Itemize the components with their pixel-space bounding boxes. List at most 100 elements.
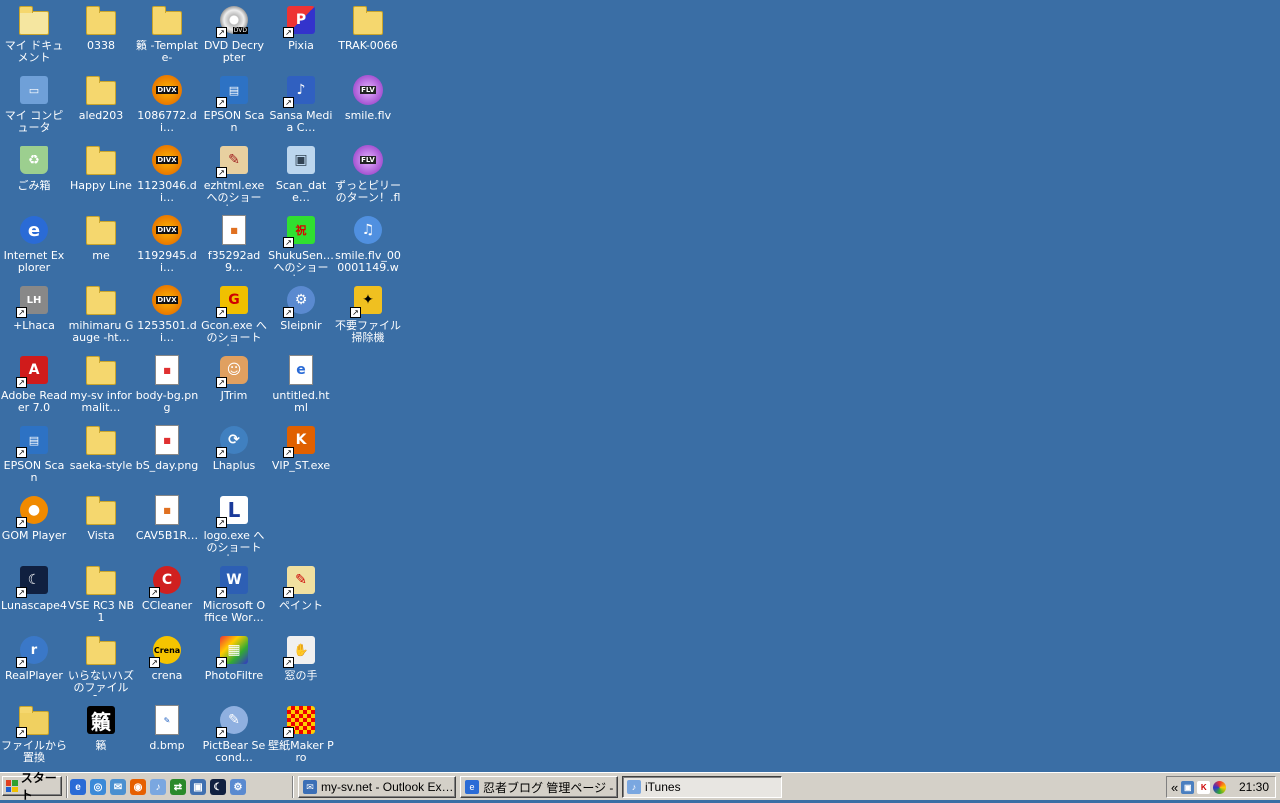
file-replace-icon: ↗ [16, 704, 50, 738]
desktop-icon-label: Vista [87, 530, 115, 542]
taskbar-button[interactable]: ♪ iTunes [622, 776, 782, 798]
desktop-icon[interactable]: ▣ Scan_date… [267, 142, 335, 212]
desktop-icon[interactable]: ✎ ↗ ペイント [267, 562, 335, 632]
desktop-icon-label: VIP_ST.exe [271, 460, 331, 472]
desktop-icon[interactable]: e Internet Explorer [0, 212, 68, 282]
desktop-icon[interactable]: FLV smile.flv [334, 72, 402, 142]
desktop-icon[interactable]: my-sv informalit… [67, 352, 135, 422]
desktop-icon[interactable]: Happy Line [67, 142, 135, 212]
quick-launch-ie-icon[interactable]: e [70, 779, 86, 795]
quick-launch-network-icon[interactable]: ⇄ [170, 779, 186, 795]
my-documents-icon [18, 4, 50, 36]
system-tray: « ▣ K 21:30 [1166, 776, 1276, 798]
chrome-tray-icon[interactable] [1213, 780, 1227, 794]
desktop-icon[interactable]: VSE RC3 NB1 [67, 562, 135, 632]
desktop-icon[interactable]: DIVX 1253501.di… [133, 282, 201, 352]
taskbar-button-label: my-sv.net - Outlook Ex… [321, 780, 454, 794]
desktop-icon[interactable]: ✎↗ezhtml.exe へのショート… [200, 142, 268, 212]
desktop-icon[interactable]: ■ CAV5B1R… [133, 492, 201, 562]
desktop-icon[interactable]: saeka-style [67, 422, 135, 492]
desktop[interactable]: マイ ドキュメント ▭ マイ コンピュータ ♻ ごみ箱 e Internet Explore… [0, 0, 1280, 772]
shukusen-icon: 祝 ↗ [283, 214, 317, 248]
desktop-icon[interactable]: C ↗ CCleaner [133, 562, 201, 632]
desktop-icon[interactable]: ☾ ↗ Lunascape4 [0, 562, 68, 632]
tray-expand-button[interactable]: « [1171, 780, 1178, 795]
desktop-icon-label: EPSON Scan [3, 460, 65, 484]
vip-st-icon: K ↗ [283, 424, 317, 458]
desktop-icon[interactable]: r ↗ RealPlayer [0, 632, 68, 702]
quick-launch-mail-icon[interactable]: ✉ [110, 779, 126, 795]
network-tray-icon[interactable]: ▣ [1181, 780, 1195, 794]
desktop-icon[interactable]: ↗ 壁紙Maker Pro [267, 702, 335, 772]
desktop-icon[interactable]: ✋ ↗ 窓の手 [267, 632, 335, 702]
desktop-icon[interactable]: ■ bS_day.png [133, 422, 201, 492]
desktop-icon-label: PictBear Second… [202, 740, 266, 764]
desktop-icon[interactable]: L↗logo.exe へのショートカ… [200, 492, 268, 562]
desktop-icon[interactable]: 籟 -Template- [133, 2, 201, 72]
desktop-icon[interactable]: ✦ ↗ 不要ファイル掃除機 [334, 282, 402, 352]
quick-launch-outlook-icon[interactable]: ◎ [90, 779, 106, 795]
desktop-icon[interactable]: ■ f35292ad9… [200, 212, 268, 282]
desktop-icon[interactable]: me [67, 212, 135, 282]
desktop-icon[interactable]: 籟籟 [67, 702, 135, 772]
start-button[interactable]: スタート [2, 771, 62, 802]
taskbar-button[interactable]: ✉ my-sv.net - Outlook Ex… [298, 776, 456, 798]
desktop-icon[interactable]: ✎ ↗ PictBear Second… [200, 702, 268, 772]
desktop-icon[interactable]: DVD ↗ DVD Decrypter [200, 2, 268, 72]
kaspersky-tray-icon[interactable]: K [1197, 780, 1211, 794]
desktop-icon[interactable]: DIVX 1123046.di… [133, 142, 201, 212]
desktop-icon[interactable]: W ↗ Microsoft Office Wor… [200, 562, 268, 632]
desktop-icon[interactable]: ♪ ↗ Sansa Media C… [267, 72, 335, 142]
desktop-icon[interactable]: ⟳ ↗ Lhaplus [200, 422, 268, 492]
quick-launch-lunascape-icon[interactable]: ☾ [210, 779, 226, 795]
desktop-icon[interactable]: いらないハズのファイル&… [67, 632, 135, 702]
shortcut-arrow-icon: ↗ [283, 657, 294, 668]
desktop-icon[interactable]: LH ↗ +Lhaca [0, 282, 68, 352]
desktop-icon-label: マイ ドキュメント [4, 40, 64, 64]
quick-launch-firefox-icon[interactable]: ◉ [130, 779, 146, 795]
desktop-icon[interactable]: ♻ ごみ箱 [0, 142, 68, 212]
quick-launch-itunes-icon[interactable]: ♪ [150, 779, 166, 795]
desktop-icon[interactable]: ♫ smile.flv_000001149.wav [334, 212, 402, 282]
desktop-icon[interactable]: P ↗ Pixia [267, 2, 335, 72]
desktop-icon[interactable]: mihimaru Gauge -ht… [67, 282, 135, 352]
taskbar-button[interactable]: e 忍者ブログ 管理ページ - … [460, 776, 618, 798]
desktop-icon[interactable]: ☺ ↗ JTrim [200, 352, 268, 422]
desktop-icon-label: mihimaru Gauge -ht… [68, 320, 134, 344]
desktop-icon[interactable]: マイ ドキュメント [0, 2, 68, 72]
desktop-icon[interactable]: DIVX 1086772.di… [133, 72, 201, 142]
desktop-icon-label: +Lhaca [13, 320, 55, 332]
desktop-icon-label: 窓の手 [284, 670, 318, 682]
desktop-icon[interactable]: e untitled.html [267, 352, 335, 422]
desktop-icon-label: Lhaplus [212, 460, 256, 472]
shortcut-arrow-icon: ↗ [283, 727, 294, 738]
desktop-icon[interactable]: FLV ずっとピリーのターン！.flv [334, 142, 402, 212]
desktop-icon[interactable]: 祝↗ShukuSen… へのショート… [267, 212, 335, 282]
quick-launch-screen-icon[interactable]: ▣ [190, 779, 206, 795]
desktop-icon[interactable]: ▭ マイ コンピュータ [0, 72, 68, 142]
html-file-icon: e [285, 354, 317, 386]
desktop-icon[interactable]: 0338 [67, 2, 135, 72]
desktop-icon[interactable]: DIVX 1192945.di… [133, 212, 201, 282]
desktop-icon[interactable]: A ↗ Adobe Reader 7.0 [0, 352, 68, 422]
desktop-icon[interactable]: ▦ ↗ PhotoFiltre [200, 632, 268, 702]
desktop-icon[interactable]: aled203 [67, 72, 135, 142]
desktop-icon[interactable]: ▤ ↗ EPSON Scan [0, 422, 68, 492]
desktop-icon[interactable]: K ↗ VIP_ST.exe [267, 422, 335, 492]
crena-icon: Crena ↗ [149, 634, 183, 668]
desktop-icon[interactable]: ● ↗ GOM Player [0, 492, 68, 562]
desktop-icon[interactable]: Crena ↗ crena [133, 632, 201, 702]
desktop-icon[interactable]: ⚙ ↗ Sleipnir [267, 282, 335, 352]
desktop-icon[interactable]: ↗ ファイルから置換 [0, 702, 68, 772]
desktop-icon[interactable]: G↗Gcon.exe へのショートカ… [200, 282, 268, 352]
taskbar-button-label: 忍者ブログ 管理ページ - … [483, 780, 618, 795]
desktop-icon[interactable]: ▤ ↗ EPSON Scan [200, 72, 268, 142]
desktop-icon[interactable]: TRAK-0066 [334, 2, 402, 72]
folder-icon [85, 284, 117, 316]
taskbar-button-label: iTunes [645, 780, 681, 794]
desktop-icon[interactable]: ✎ d.bmp [133, 702, 201, 772]
desktop-icon[interactable]: ■ body-bg.png [133, 352, 201, 422]
desktop-icon[interactable]: Vista [67, 492, 135, 562]
quick-launch-sleipnir-icon[interactable]: ⚙ [230, 779, 246, 795]
clock[interactable]: 21:30 [1239, 780, 1269, 794]
